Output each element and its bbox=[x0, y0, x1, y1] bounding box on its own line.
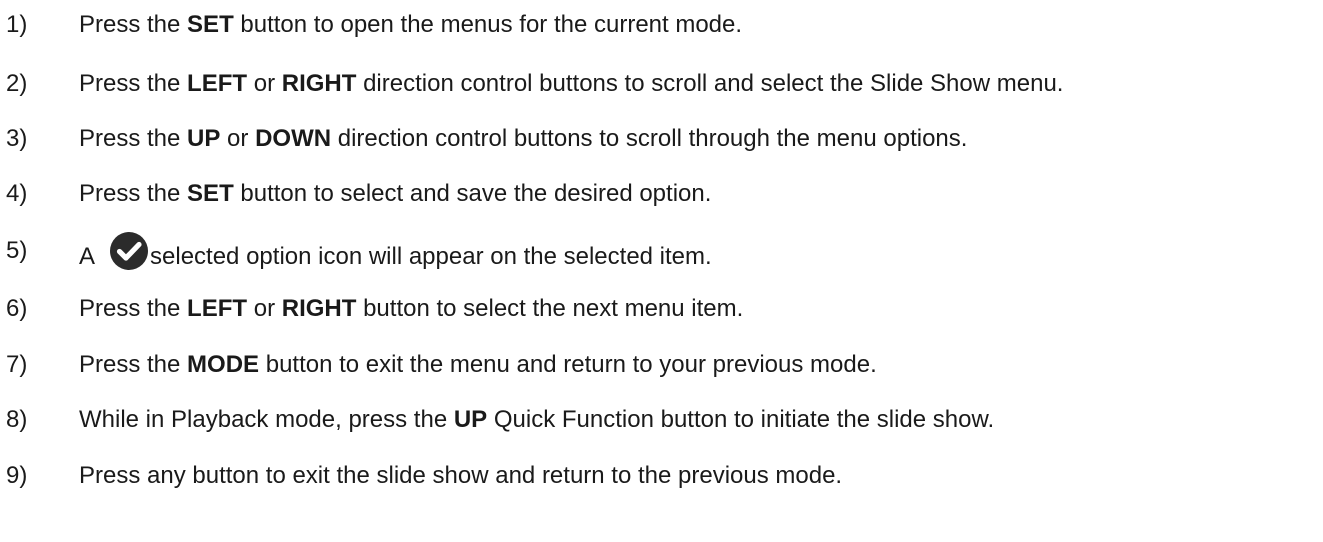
step-text-segment: button to open the menus for the current… bbox=[233, 11, 743, 38]
button-name-bold: LEFT bbox=[187, 295, 248, 322]
step-number: 9) bbox=[6, 462, 28, 489]
step-text-segment: direction control buttons to scroll thro… bbox=[331, 125, 968, 152]
button-name-bold: MODE bbox=[187, 351, 260, 378]
step-text: Press any button to exit the slide show … bbox=[79, 461, 842, 491]
step-text-segment: Press the bbox=[79, 351, 188, 378]
step-text-segment: Press the bbox=[79, 180, 188, 207]
button-name-bold: RIGHT bbox=[281, 70, 357, 97]
step-text-segment: direction control buttons to scroll and … bbox=[356, 70, 1064, 97]
step-text: Press the SET button to open the menus f… bbox=[79, 10, 742, 40]
step-text-segment: A bbox=[79, 242, 96, 270]
step-text-segment: Press the bbox=[79, 295, 188, 322]
step-number: 8) bbox=[6, 406, 28, 433]
step-text-segment: button to exit the menu and return to yo… bbox=[259, 351, 877, 378]
step-text-segment: button to select and save the desired op… bbox=[233, 180, 712, 207]
step-number: 4) bbox=[6, 180, 28, 207]
instruction-steps-list: 1) Press the SET button to open the menus… bbox=[0, 0, 1323, 542]
step-number: 7) bbox=[6, 351, 28, 378]
button-name-bold: SET bbox=[187, 11, 234, 38]
step-number: 5) bbox=[6, 237, 28, 264]
step-text: While in Playback mode, press the UP Qui… bbox=[79, 405, 994, 435]
step-text: Press the UP or DOWN direction control b… bbox=[79, 124, 967, 154]
step-text: Press the LEFT or RIGHT direction contro… bbox=[79, 69, 1063, 99]
step-text-segment: Press any button to exit the slide show … bbox=[79, 462, 843, 489]
step-text: Press the SET button to select and save … bbox=[79, 179, 711, 209]
step-text: Press the MODE button to exit the menu a… bbox=[79, 350, 877, 380]
step-text-segment: Quick Function button to initiate the sl… bbox=[487, 406, 995, 433]
check-circle-icon bbox=[109, 231, 149, 271]
step-text-segment: Press the bbox=[79, 11, 188, 38]
step-number: 3) bbox=[6, 125, 28, 152]
button-name-bold: LEFT bbox=[187, 70, 248, 97]
step-text: Aselected option icon will appear on the… bbox=[79, 231, 712, 272]
button-name-bold: UP bbox=[187, 125, 221, 152]
step-number: 6) bbox=[6, 295, 28, 322]
step-text-segment: Press the bbox=[79, 70, 188, 97]
step-text-segment: or bbox=[247, 70, 282, 97]
step-number: 1) bbox=[6, 11, 28, 38]
step-text: Press the LEFT or RIGHT button to select… bbox=[79, 294, 743, 324]
step-number: 2) bbox=[6, 70, 28, 97]
step-text-segment: selected option icon will appear on the … bbox=[150, 242, 712, 270]
step-text-segment: button to select the next menu item. bbox=[356, 295, 744, 322]
step-text-segment: or bbox=[247, 295, 282, 322]
button-name-bold: DOWN bbox=[255, 125, 332, 152]
step-text-segment: or bbox=[220, 125, 256, 152]
button-name-bold: SET bbox=[187, 180, 234, 207]
button-name-bold: UP bbox=[453, 406, 488, 433]
button-name-bold: RIGHT bbox=[281, 295, 357, 322]
step-text-segment: While in Playback mode, press the bbox=[79, 406, 454, 433]
step-text-segment: Press the bbox=[79, 125, 188, 152]
